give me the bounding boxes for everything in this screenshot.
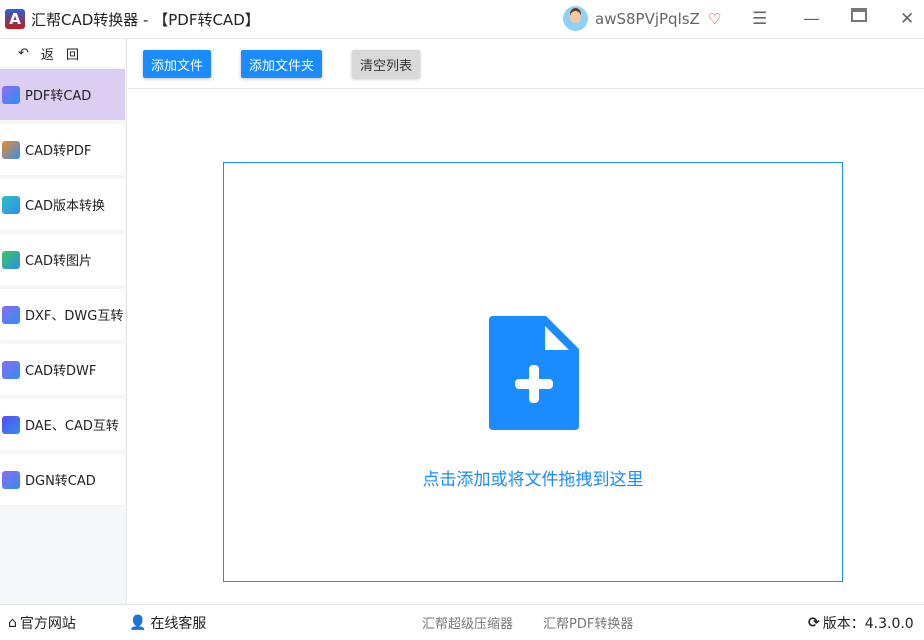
image-icon [2, 250, 20, 269]
refresh-icon: ⟳ [808, 614, 820, 631]
sidebar-item-dgn-to-cad[interactable]: DGN转CAD [0, 454, 125, 505]
pdf-icon [2, 85, 20, 104]
status-bar: ⌂ 官方网站 👤 在线客服 汇帮超级压缩器 汇帮PDF转换器 ⟳ 版本：4.3.0.0 [0, 604, 924, 640]
toolbar: 添加文件 添加文件夹 清空列表 [128, 39, 924, 89]
home-icon: ⌂ [8, 614, 17, 631]
back-button[interactable]: ↶ 返 回 [0, 39, 125, 67]
vip-diamond-icon[interactable]: ♡ [708, 10, 721, 28]
maximize-icon[interactable] [851, 8, 867, 22]
username[interactable]: awS8PVjPqlsZ [595, 10, 700, 28]
clear-list-button[interactable]: 清空列表 [352, 50, 421, 78]
sidebar-item-label: CAD转DWF [25, 364, 97, 379]
dae-icon [2, 415, 20, 434]
cad-pdf-icon [2, 140, 20, 159]
sidebar-item-cad-to-pdf[interactable]: CAD转PDF [0, 124, 125, 175]
close-icon[interactable]: ✕ [900, 9, 914, 29]
sidebar-item-label: CAD转PDF [25, 144, 92, 159]
title-bar: A 汇帮CAD转换器 - 【PDF转CAD】 awS8PVjPqlsZ ♡ ☰ … [0, 0, 924, 39]
user-account[interactable]: awS8PVjPqlsZ ♡ [563, 6, 721, 31]
version-info[interactable]: ⟳ 版本：4.3.0.0 [808, 613, 914, 633]
sidebar-item-label: DGN转CAD [25, 474, 96, 489]
dxf-icon [2, 305, 20, 324]
sidebar-item-pdf-to-cad[interactable]: PDF转CAD [0, 69, 125, 120]
sidebar-item-cad-to-dwf[interactable]: CAD转DWF [0, 344, 125, 395]
sidebar: ↶ 返 回 PDF转CAD CAD转PDF CAD版本转换 CAD转图片 DXF、… [0, 39, 127, 604]
avatar[interactable] [563, 6, 588, 31]
website-label: 官方网站 [19, 615, 76, 632]
compressor-link[interactable]: 汇帮超级压缩器 [422, 613, 513, 632]
sidebar-item-cad-to-image[interactable]: CAD转图片 [0, 234, 125, 285]
dwf-icon [2, 360, 20, 379]
support-link[interactable]: 👤 在线客服 [129, 613, 206, 633]
add-folder-button[interactable]: 添加文件夹 [241, 50, 323, 78]
sidebar-item-label: DAE、CAD互转 [25, 419, 119, 434]
support-label: 在线客服 [150, 615, 207, 632]
pdf-converter-link[interactable]: 汇帮PDF转换器 [543, 613, 633, 632]
sidebar-item-dae-cad[interactable]: DAE、CAD互转 [0, 399, 125, 450]
sidebar-item-label: CAD版本转换 [25, 199, 105, 214]
window-title: 汇帮CAD转换器 - 【PDF转CAD】 [31, 10, 260, 29]
sidebar-item-dxf-dwg[interactable]: DXF、DWG互转 [0, 289, 125, 340]
sidebar-item-label: PDF转CAD [25, 89, 92, 104]
version-icon [2, 195, 20, 214]
sidebar-item-label: CAD转图片 [25, 254, 92, 269]
dgn-icon [2, 470, 20, 489]
back-label: 返 回 [40, 47, 84, 63]
sidebar-item-label: DXF、DWG互转 [25, 309, 124, 324]
minimize-icon[interactable]: — [803, 9, 820, 29]
file-drop-zone[interactable]: 点击添加或将文件拖拽到这里 [223, 162, 843, 582]
add-file-icon [489, 316, 579, 430]
website-link[interactable]: ⌂ 官方网站 [8, 613, 76, 633]
user-icon: 👤 [129, 614, 147, 631]
sidebar-item-cad-version[interactable]: CAD版本转换 [0, 179, 125, 230]
version-label: 版本：4.3.0.0 [822, 615, 914, 632]
drop-hint: 点击添加或将文件拖拽到这里 [422, 470, 644, 490]
app-logo-icon: A [5, 9, 25, 29]
add-file-button[interactable]: 添加文件 [143, 50, 212, 78]
menu-icon[interactable]: ☰ [752, 9, 767, 29]
